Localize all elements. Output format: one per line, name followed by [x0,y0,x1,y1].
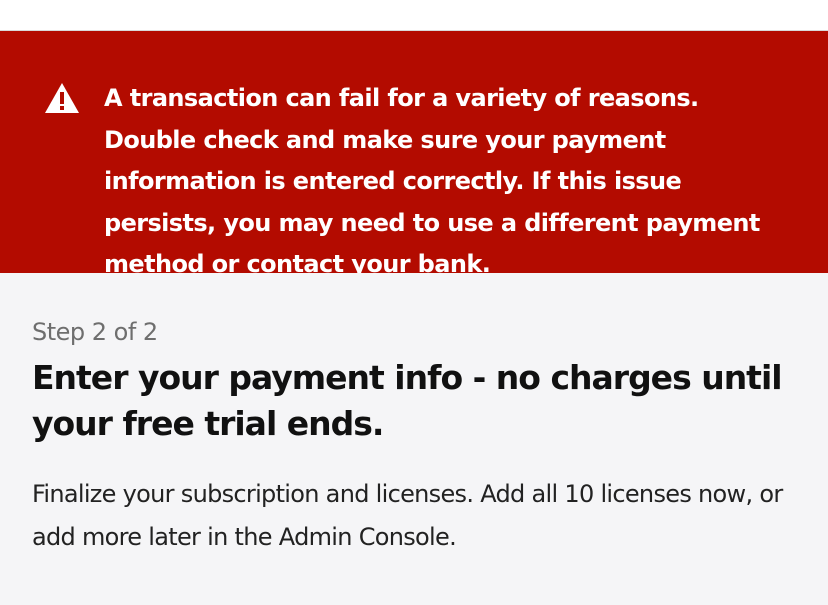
error-alert-banner: A transaction can fail for a variety of … [0,31,828,278]
warning-triangle-icon [45,83,79,113]
page-description: Finalize your subscription and licenses.… [32,480,783,551]
page-title: Enter your payment info - no charges unt… [32,358,783,443]
step-indicator: Step 2 of 2 [32,318,158,346]
alert-message: A transaction can fail for a variety of … [104,84,760,278]
top-header-strip [0,0,828,31]
payment-step-section: Step 2 of 2 Enter your payment info - no… [0,273,828,605]
